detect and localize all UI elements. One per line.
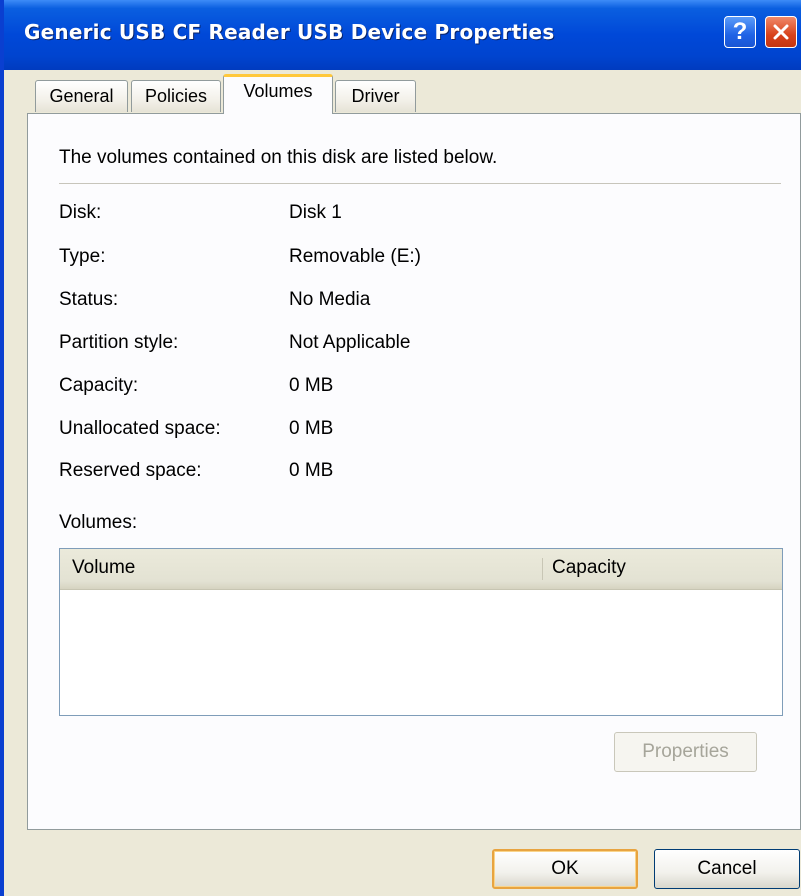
tab-general[interactable]: General [35,80,128,112]
detail-label: Unallocated space: [59,418,221,439]
detail-label: Disk: [59,202,102,223]
column-header-capacity[interactable]: Capacity [552,557,626,579]
properties-button[interactable]: Properties [614,732,757,772]
detail-value: 0 MB [289,460,334,481]
detail-label: Capacity: [59,375,139,396]
detail-value: 0 MB [289,418,334,439]
ok-button[interactable]: OK [492,849,638,889]
detail-row-type: Type: Removable (E:) [59,246,759,272]
volumes-list[interactable]: Volume Capacity [59,548,783,716]
detail-label: Reserved space: [59,460,202,481]
help-button[interactable]: ? [724,16,756,48]
detail-label: Status: [59,289,119,310]
cancel-button[interactable]: Cancel [654,849,800,889]
title-bar[interactable]: Generic USB CF Reader USB Device Propert… [4,0,801,70]
detail-row-reserved-space: Reserved space: 0 MB [59,460,759,486]
separator-line [59,183,781,184]
detail-label: Type: [59,246,106,267]
detail-value: 0 MB [289,375,334,396]
detail-value: Not Applicable [289,332,411,353]
column-header-volume[interactable]: Volume [72,557,135,579]
list-header: Volume Capacity [60,549,782,590]
close-button[interactable] [765,16,797,48]
detail-value: No Media [289,289,371,310]
tab-driver[interactable]: Driver [335,80,416,112]
help-icon: ? [732,18,748,45]
window-title: Generic USB CF Reader USB Device Propert… [24,20,555,44]
volumes-label: Volumes: [59,512,138,533]
detail-row-capacity: Capacity: 0 MB [59,375,759,401]
tab-policies[interactable]: Policies [131,80,221,112]
intro-text: The volumes contained on this disk are l… [59,147,498,168]
detail-value: Removable (E:) [289,246,421,267]
tab-volumes[interactable]: Volumes [223,74,333,114]
detail-label: Partition style: [59,332,179,353]
properties-dialog: Generic USB CF Reader USB Device Propert… [0,0,801,896]
detail-row-partition-style: Partition style: Not Applicable [59,332,759,358]
detail-row-unallocated-space: Unallocated space: 0 MB [59,418,759,444]
detail-row-disk: Disk: Disk 1 [59,202,759,228]
volumes-tab-panel: The volumes contained on this disk are l… [27,113,801,830]
detail-row-status: Status: No Media [59,289,759,315]
detail-value: Disk 1 [289,202,342,223]
close-icon [773,24,789,40]
column-divider[interactable] [542,558,543,580]
